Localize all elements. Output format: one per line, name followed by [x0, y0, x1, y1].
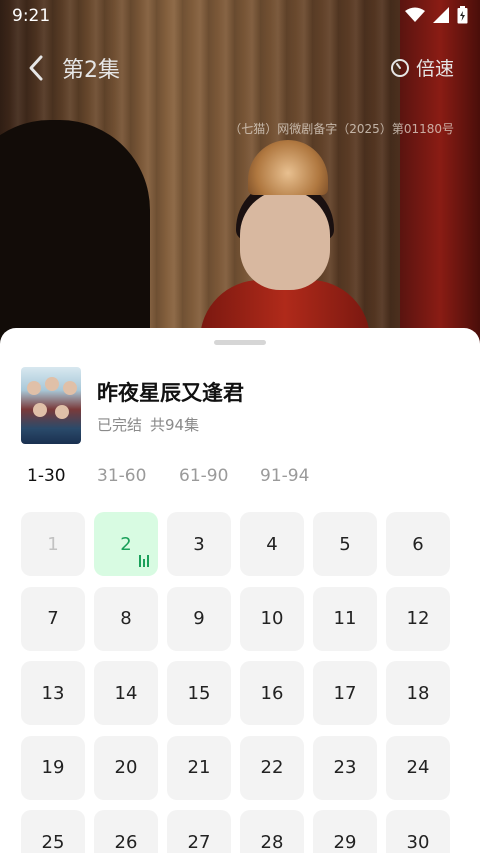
episode-number: 2: [120, 533, 132, 555]
episode-tile[interactable]: 7: [21, 586, 85, 651]
episode-tile[interactable]: 29: [313, 810, 377, 853]
episode-tile[interactable]: 11: [313, 586, 377, 651]
episode-number: 14: [114, 682, 138, 704]
episode-count: 共94集: [150, 416, 200, 434]
wifi-icon: [405, 7, 425, 22]
episode-tile[interactable]: 30: [386, 810, 450, 853]
show-poster: [21, 367, 81, 444]
episode-tile[interactable]: 26: [94, 810, 158, 853]
episode-number: 4: [266, 533, 278, 555]
foreground-figure: [0, 120, 150, 345]
episode-tile[interactable]: 10: [240, 586, 304, 651]
episode-number: 28: [260, 831, 284, 853]
show-status: 已完结: [97, 416, 143, 434]
actress-face: [240, 190, 330, 290]
episode-number: 12: [406, 608, 430, 629]
episode-number: 10: [260, 608, 284, 629]
episode-tile[interactable]: 3: [167, 512, 231, 576]
tab-range-1[interactable]: 1-30: [27, 466, 66, 486]
tab-range-2[interactable]: 31-60: [97, 466, 146, 486]
signal-icon: [433, 7, 449, 23]
episode-tile[interactable]: 13: [21, 661, 85, 725]
episode-tile[interactable]: 6: [386, 512, 450, 576]
episode-title: 第2集: [62, 58, 120, 83]
episode-tile[interactable]: 12: [386, 586, 450, 651]
episode-number: 5: [339, 533, 351, 555]
episode-number: 11: [333, 608, 357, 629]
episode-number: 1: [47, 533, 59, 555]
tab-range-3[interactable]: 61-90: [179, 466, 228, 486]
tab-range-4[interactable]: 91-94: [260, 466, 309, 486]
episode-number: 25: [41, 831, 65, 853]
drag-handle[interactable]: [214, 340, 266, 345]
episode-number: 17: [333, 682, 357, 704]
playing-indicator-icon: [139, 555, 149, 567]
episode-tile[interactable]: 24: [386, 735, 450, 800]
episode-tile[interactable]: 17: [313, 661, 377, 725]
player-top-bar: 第2集 倍速: [0, 48, 480, 88]
episode-number: 3: [193, 533, 205, 555]
episode-number: 22: [260, 757, 284, 778]
status-time: 9:21: [12, 6, 51, 26]
status-bar: 9:21: [0, 0, 480, 32]
episode-number: 29: [333, 831, 357, 853]
episode-number: 7: [47, 608, 59, 629]
episode-tile[interactable]: 27: [167, 810, 231, 853]
episode-number: 13: [41, 682, 65, 704]
episode-number: 26: [114, 831, 138, 853]
speed-button[interactable]: 倍速: [390, 54, 454, 81]
episode-number: 9: [193, 608, 205, 629]
status-icons: [405, 6, 468, 24]
episode-tile[interactable]: 20: [94, 735, 158, 800]
episode-tile[interactable]: 2: [94, 512, 158, 576]
speed-label: 倍速: [415, 58, 454, 80]
show-title: 昨夜星辰又逢君: [97, 381, 244, 405]
episode-tile[interactable]: 1: [21, 512, 85, 576]
episode-number: 16: [260, 682, 284, 704]
episode-tile[interactable]: 23: [313, 735, 377, 800]
episode-number: 8: [120, 608, 132, 629]
episode-tile[interactable]: 8: [94, 586, 158, 651]
episode-number: 30: [406, 831, 430, 853]
speed-gauge-icon: [390, 58, 409, 77]
range-tabs: 1-30 31-60 61-90 91-94: [0, 466, 480, 494]
episode-tile[interactable]: 15: [167, 661, 231, 725]
episode-number: 21: [187, 757, 211, 778]
episode-tile[interactable]: 16: [240, 661, 304, 725]
episode-tile[interactable]: 28: [240, 810, 304, 853]
episode-tile[interactable]: 21: [167, 735, 231, 800]
episode-tile[interactable]: 5: [313, 512, 377, 576]
episode-tile[interactable]: 22: [240, 735, 304, 800]
episode-number: 15: [187, 682, 211, 704]
video-player[interactable]: 9:21 第2集 倍速 （七猫）网微剧备字（2025）第01180号: [0, 0, 480, 345]
episode-number: 6: [412, 533, 424, 555]
episode-tile[interactable]: 4: [240, 512, 304, 576]
episode-tile[interactable]: 25: [21, 810, 85, 853]
license-text: （七猫）网微剧备字（2025）第01180号: [229, 122, 454, 136]
battery-icon: [457, 6, 468, 24]
show-meta: 已完结 共94集: [97, 414, 199, 435]
episode-tile[interactable]: 9: [167, 586, 231, 651]
episode-sheet: 昨夜星辰又逢君 已完结 共94集 1-30 31-60 61-90 91-94 …: [0, 328, 480, 853]
back-arrow-icon[interactable]: [26, 54, 46, 82]
episode-number: 19: [41, 757, 65, 778]
episode-number: 24: [406, 757, 430, 778]
episode-number: 20: [114, 757, 138, 778]
episode-tile[interactable]: 18: [386, 661, 450, 725]
episode-number: 27: [187, 831, 211, 853]
episode-tile[interactable]: 14: [94, 661, 158, 725]
episode-number: 23: [333, 757, 357, 778]
episode-tile[interactable]: 19: [21, 735, 85, 800]
episode-number: 18: [406, 682, 430, 704]
